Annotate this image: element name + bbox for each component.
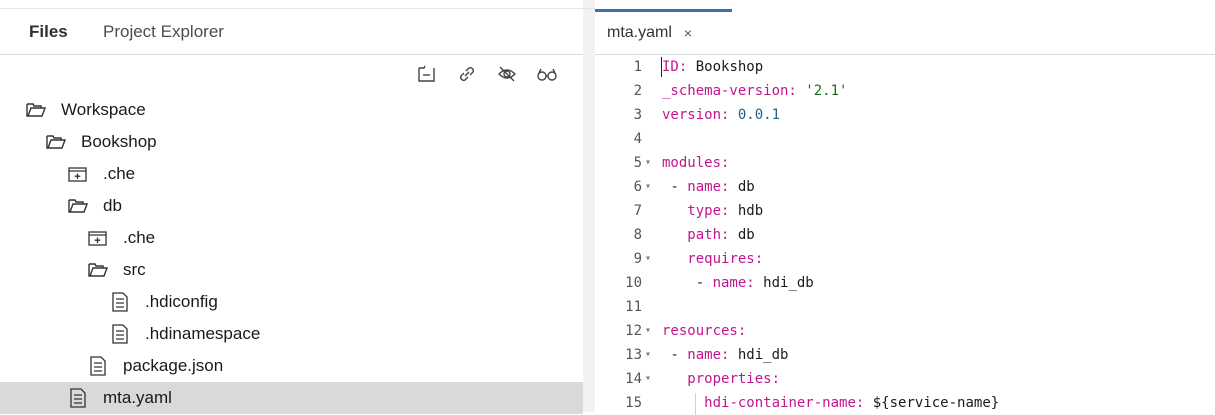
code-text: - name: hdi_db bbox=[662, 347, 789, 363]
fold-toggle-icon[interactable]: ▾ bbox=[645, 319, 657, 343]
line-number: 9 bbox=[633, 251, 642, 267]
close-icon[interactable]: × bbox=[684, 25, 692, 41]
line-number: 1 bbox=[633, 59, 642, 75]
folder-open-icon bbox=[25, 99, 47, 121]
fold-toggle-icon[interactable]: ▾ bbox=[645, 151, 657, 175]
code-text: - name: hdi_db bbox=[662, 275, 814, 291]
code-text: path: db bbox=[687, 227, 755, 243]
tree-item-label: package.json bbox=[123, 356, 224, 375]
tree-item[interactable]: Workspace bbox=[0, 94, 583, 126]
line-number: 7 bbox=[633, 203, 642, 219]
line-number: 15 bbox=[625, 395, 642, 411]
fold-toggle-icon[interactable]: ▾ bbox=[645, 247, 657, 271]
code-editor: mta.yaml × 1 ID: Bookshop 2 _schema-version… bbox=[595, 0, 1215, 415]
file-icon bbox=[87, 355, 109, 377]
fold-toggle-icon[interactable]: ▾ bbox=[645, 343, 657, 367]
tree-item[interactable]: db bbox=[0, 190, 583, 222]
code-text: requires: bbox=[687, 251, 764, 267]
code-line: 6 ▾ - name: db bbox=[595, 175, 1215, 199]
folder-open-icon bbox=[87, 259, 109, 281]
editor-tabs: mta.yaml × bbox=[595, 9, 1215, 55]
tree-item[interactable]: .che bbox=[0, 222, 583, 254]
code-line: 8 path: db bbox=[595, 223, 1215, 247]
tree-item-label: Workspace bbox=[61, 100, 146, 119]
line-number: 11 bbox=[625, 299, 642, 315]
folder-open-icon bbox=[45, 131, 67, 153]
code-text: modules: bbox=[662, 155, 730, 171]
editor-tab-label: mta.yaml bbox=[607, 24, 672, 41]
collapse-all-icon[interactable] bbox=[415, 62, 439, 86]
code-line: 7 type: hdb bbox=[595, 199, 1215, 223]
code-line: 12 ▾ resources: bbox=[595, 319, 1215, 343]
fold-toggle-icon[interactable]: ▾ bbox=[645, 367, 657, 391]
explorer-toolbar bbox=[415, 62, 559, 86]
code-line: 4 bbox=[595, 127, 1215, 151]
code-line: 10 - name: hdi_db bbox=[595, 271, 1215, 295]
line-number: 14 bbox=[625, 371, 642, 387]
code-text: ID: Bookshop bbox=[662, 59, 764, 75]
editor-tab-mta-yaml[interactable]: mta.yaml × bbox=[595, 9, 732, 54]
code-line: 2 _schema-version: '2.1' bbox=[595, 79, 1215, 103]
line-number: 10 bbox=[625, 275, 642, 291]
code-text: type: hdb bbox=[687, 203, 764, 219]
file-explorer-panel: Files Project Explorer Workspace Bookshop… bbox=[0, 0, 583, 414]
line-number: 5 bbox=[633, 155, 642, 171]
tab-files[interactable]: Files bbox=[29, 22, 68, 42]
tree-item-label: src bbox=[123, 260, 146, 279]
tree-item-label: .che bbox=[123, 228, 156, 247]
panel-tabs: Files Project Explorer bbox=[0, 9, 583, 55]
code-line: 11 bbox=[595, 295, 1215, 319]
line-number: 8 bbox=[633, 227, 642, 243]
line-number: 12 bbox=[625, 323, 642, 339]
tree-item[interactable]: mta.yaml bbox=[0, 382, 583, 414]
code-line: 15 hdi-container-name: ${service-name} bbox=[595, 391, 1215, 415]
tree-item-label: mta.yaml bbox=[103, 388, 172, 407]
line-number: 2 bbox=[633, 83, 642, 99]
tree-item[interactable]: .hdinamespace bbox=[0, 318, 583, 350]
code-text: _schema-version: '2.1' bbox=[662, 83, 848, 99]
folder-icon bbox=[67, 163, 89, 185]
code-text: - name: db bbox=[662, 179, 755, 195]
text-cursor bbox=[661, 57, 662, 77]
file-icon bbox=[109, 323, 131, 345]
code-text: properties: bbox=[687, 371, 781, 387]
tree-item[interactable]: Bookshop bbox=[0, 126, 583, 158]
code-text: resources: bbox=[662, 323, 747, 339]
tree-item[interactable]: src bbox=[0, 254, 583, 286]
code-text: version: 0.0.1 bbox=[662, 107, 781, 123]
line-number: 3 bbox=[633, 107, 642, 123]
tree-item[interactable]: .hdiconfig bbox=[0, 286, 583, 318]
glasses-icon[interactable] bbox=[535, 62, 559, 86]
line-number: 6 bbox=[633, 179, 642, 195]
panel-splitter[interactable] bbox=[583, 0, 595, 412]
code-line: 3 version: 0.0.1 bbox=[595, 103, 1215, 127]
line-number: 4 bbox=[633, 131, 642, 147]
code-line: 14 ▾ properties: bbox=[595, 367, 1215, 391]
tree-item-label: .hdiconfig bbox=[145, 292, 218, 311]
tab-project-explorer[interactable]: Project Explorer bbox=[103, 22, 224, 42]
tree-item-label: .hdinamespace bbox=[145, 324, 261, 343]
link-icon[interactable] bbox=[455, 62, 479, 86]
code-line: 1 ID: Bookshop bbox=[595, 55, 1215, 79]
fold-toggle-icon[interactable]: ▾ bbox=[645, 175, 657, 199]
code-text: hdi-container-name: ${service-name} bbox=[704, 395, 1000, 411]
line-number: 13 bbox=[625, 347, 642, 363]
code-line: 5 ▾ modules: bbox=[595, 151, 1215, 175]
code-line: 13 ▾ - name: hdi_db bbox=[595, 343, 1215, 367]
tree-item[interactable]: .che bbox=[0, 158, 583, 190]
folder-icon bbox=[87, 227, 109, 249]
folder-open-icon bbox=[67, 195, 89, 217]
code-line: 9 ▾ requires: bbox=[595, 247, 1215, 271]
hide-icon[interactable] bbox=[495, 62, 519, 86]
tree-item[interactable]: package.json bbox=[0, 350, 583, 382]
tree-item-label: .che bbox=[103, 164, 136, 183]
tree-item-label: Bookshop bbox=[81, 132, 157, 151]
tree-item-label: db bbox=[103, 196, 122, 215]
file-icon bbox=[109, 291, 131, 313]
file-icon bbox=[67, 387, 89, 409]
